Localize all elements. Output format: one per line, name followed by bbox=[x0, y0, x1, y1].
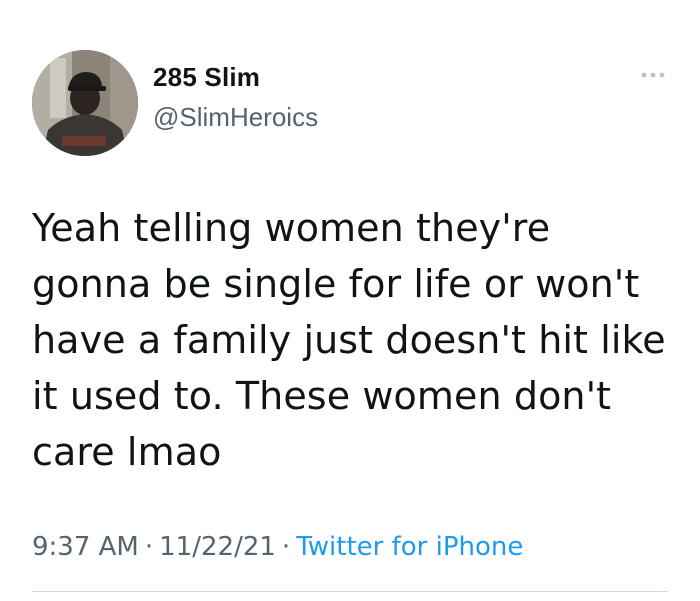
tweet-metadata: 9:37 AM · 11/22/21 · Twitter for iPhone bbox=[32, 532, 523, 562]
display-name[interactable]: 285 Slim bbox=[153, 62, 260, 93]
more-options-icon[interactable] bbox=[640, 68, 666, 80]
separator: · bbox=[281, 532, 291, 562]
tweet-source-link[interactable]: Twitter for iPhone bbox=[296, 532, 523, 562]
separator: · bbox=[144, 532, 154, 562]
user-handle[interactable]: @SlimHeroics bbox=[153, 102, 318, 133]
tweet-date[interactable]: 11/22/21 bbox=[159, 532, 276, 562]
divider bbox=[32, 591, 668, 592]
tweet-text: Yeah telling women they're gonna be sing… bbox=[32, 206, 666, 474]
profile-photo-icon bbox=[32, 50, 138, 156]
tweet-time[interactable]: 9:37 AM bbox=[32, 532, 139, 562]
tweet-card: 285 Slim @SlimHeroics Yeah telling women… bbox=[0, 0, 700, 601]
avatar[interactable] bbox=[32, 50, 138, 156]
